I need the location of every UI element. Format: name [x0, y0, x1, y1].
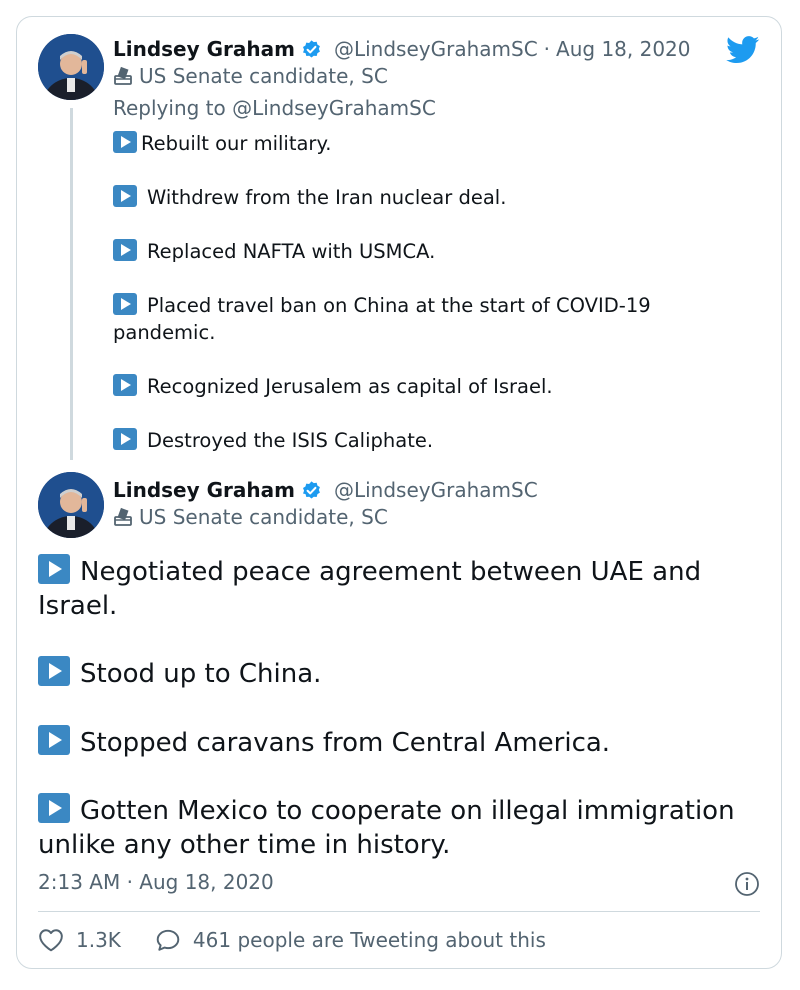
list-item: Negotiated peace agreement between UAE a…: [38, 554, 758, 623]
like-count: 1.3K: [76, 928, 121, 952]
verified-badge-icon: [301, 480, 322, 501]
play-button-emoji-icon: [38, 554, 70, 584]
label-text: US Senate candidate, SC: [139, 505, 388, 529]
play-button-emoji-icon: [113, 293, 137, 315]
main-author-label: US Senate candidate, SC: [113, 505, 388, 529]
list-item: Withdrew from the Iran nuclear deal.: [113, 184, 753, 211]
play-button-emoji-icon: [113, 185, 137, 207]
like-button[interactable]: 1.3K: [38, 928, 121, 952]
speech-bubble-icon: [156, 929, 180, 951]
list-item: Destroyed the ISIS Caliphate.: [113, 427, 753, 454]
reply-author-label: US Senate candidate, SC: [113, 64, 388, 88]
main-author-row: Lindsey Graham @LindseyGrahamSC: [113, 478, 538, 502]
replying-to[interactable]: Replying to @LindseyGrahamSC: [113, 96, 436, 120]
list-item: Rebuilt our military.: [113, 130, 753, 157]
play-button-emoji-icon: [113, 239, 137, 261]
reply-author-row: Lindsey Graham @LindseyGrahamSC · Aug 18…: [113, 37, 691, 61]
author-name[interactable]: Lindsey Graham: [113, 37, 295, 61]
list-item: Placed travel ban on China at the start …: [113, 293, 651, 344]
list-item: Replaced NAFTA with USMCA.: [113, 238, 753, 265]
author-handle[interactable]: @LindseyGrahamSC: [334, 37, 538, 61]
heart-icon: [39, 929, 63, 952]
play-button-emoji-icon: [113, 374, 137, 396]
list-item: Recognized Jerusalem as capital of Israe…: [113, 373, 753, 400]
info-icon[interactable]: [734, 871, 760, 897]
label-text: US Senate candidate, SC: [139, 64, 388, 88]
verified-badge-icon: [301, 39, 322, 60]
tweeting-text: 461 people are Tweeting about this: [192, 928, 546, 952]
ballot-box-icon: [113, 507, 133, 527]
tweeting-about-link[interactable]: 461 people are Tweeting about this: [155, 928, 546, 952]
play-button-emoji-icon: [38, 656, 70, 686]
list-item: Gotten Mexico to cooperate on illegal im…: [38, 793, 758, 862]
avatar[interactable]: [38, 472, 104, 538]
play-button-emoji-icon: [38, 793, 70, 823]
play-button-emoji-icon: [113, 428, 137, 450]
play-button-emoji-icon: [38, 725, 70, 755]
list-item: Stopped caravans from Central America.: [38, 725, 758, 760]
twitter-bird-icon[interactable]: [726, 36, 760, 64]
play-button-emoji-icon: [113, 131, 137, 153]
thread-line: [70, 108, 73, 460]
divider: [38, 911, 760, 912]
separator: ·: [543, 37, 551, 61]
author-handle[interactable]: @LindseyGrahamSC: [334, 478, 538, 502]
tweet-date[interactable]: Aug 18, 2020: [556, 37, 690, 61]
tweet-timestamp[interactable]: 2:13 AM · Aug 18, 2020: [38, 870, 274, 894]
avatar[interactable]: [38, 34, 104, 100]
list-item: Stood up to China.: [38, 656, 758, 691]
author-name[interactable]: Lindsey Graham: [113, 478, 295, 502]
action-bar: 1.3K 461 people are Tweeting about this: [38, 928, 546, 952]
ballot-box-icon: [113, 66, 133, 86]
